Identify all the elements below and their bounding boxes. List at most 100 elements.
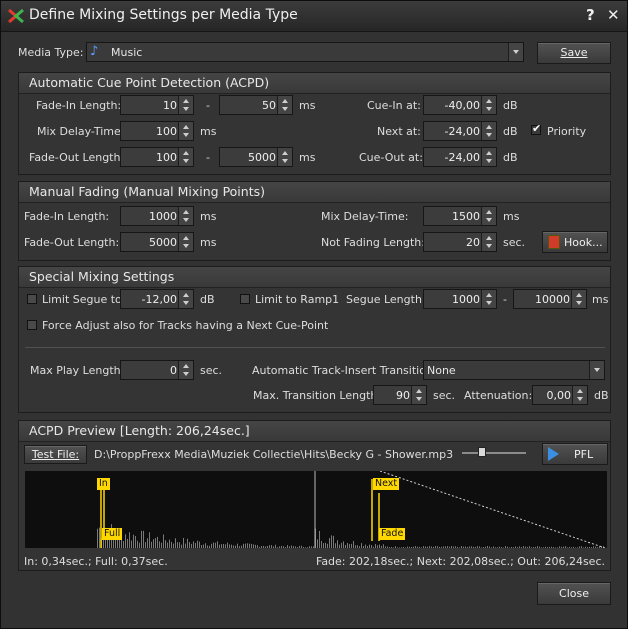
spin-arrows-icon[interactable]: [572, 386, 587, 404]
limit-ramp-checkbox[interactable]: [240, 294, 250, 304]
waveform-bar: [481, 547, 482, 548]
waveform-bar: [337, 540, 338, 548]
save-button[interactable]: Save: [537, 42, 611, 64]
waveform-bar: [521, 547, 522, 548]
waveform-bar: [445, 546, 446, 548]
manual-fadeout-input[interactable]: 5000: [120, 232, 194, 252]
waveform-bar: [525, 546, 526, 548]
spin-arrows-icon[interactable]: [178, 233, 193, 251]
spin-arrows-icon[interactable]: [178, 122, 193, 140]
spin-arrows-icon[interactable]: [178, 361, 193, 379]
waveform-bar: [503, 547, 504, 548]
spin-arrows-icon[interactable]: [277, 96, 292, 114]
hook-button[interactable]: Hook...: [542, 231, 608, 253]
chevron-down-icon[interactable]: [589, 361, 604, 379]
maxtrans-input[interactable]: 90: [373, 385, 427, 405]
limit-segue-checkbox[interactable]: [27, 294, 37, 304]
next-label: Next at:: [377, 125, 421, 138]
waveform-bar: [261, 546, 262, 548]
waveform-bar: [213, 542, 214, 548]
manual-fadein-input[interactable]: 1000: [120, 206, 194, 226]
spin-arrows-icon[interactable]: [481, 207, 496, 225]
unit-db: dB: [503, 151, 518, 164]
waveform-bar: [485, 546, 486, 548]
waveform-bar: [381, 545, 382, 548]
acpd-fadein-min-input[interactable]: 10: [120, 95, 194, 115]
spin-arrows-icon[interactable]: [481, 122, 496, 140]
segue-max-input[interactable]: 10000: [513, 289, 587, 309]
waveform-bar: [397, 547, 398, 548]
waveform-bar: [207, 545, 208, 548]
waveform-bar: [595, 546, 596, 548]
limit-segue-input[interactable]: -12,00: [120, 289, 194, 309]
waveform-bar: [243, 543, 244, 548]
waveform-bar: [403, 547, 404, 548]
waveform-bar: [249, 543, 250, 548]
slider-thumb[interactable]: [478, 447, 486, 457]
spin-arrows-icon[interactable]: [411, 386, 426, 404]
waveform-bar: [467, 546, 468, 548]
acpd-fadeout-min-input[interactable]: 100: [120, 147, 194, 167]
spin-arrows-icon[interactable]: [178, 148, 193, 166]
spin-arrows-icon[interactable]: [571, 290, 586, 308]
waveform-bar: [447, 546, 448, 548]
spin-arrows-icon[interactable]: [178, 290, 193, 308]
attenuation-input[interactable]: 0,00: [532, 385, 588, 405]
transition-select[interactable]: None: [423, 360, 605, 380]
waveform-bar: [173, 543, 174, 548]
spin-arrows-icon[interactable]: [277, 148, 292, 166]
waveform-bar: [233, 545, 234, 548]
waveform-bar: [299, 545, 300, 548]
spin-arrows-icon[interactable]: [481, 233, 496, 251]
waveform-bar: [513, 547, 514, 548]
segue-min-input[interactable]: 1000: [423, 289, 497, 309]
waveform-display[interactable]: In Full Next Fade: [25, 470, 607, 549]
force-adjust-checkbox[interactable]: [27, 320, 37, 330]
spin-arrows-icon[interactable]: [481, 148, 496, 166]
acpd-fadeout-max-input[interactable]: 5000: [219, 147, 293, 167]
spin-arrows-icon[interactable]: [178, 207, 193, 225]
waveform-bar: [273, 546, 274, 548]
acpd-mixdelay-input[interactable]: 100: [120, 121, 194, 141]
spin-arrows-icon[interactable]: [178, 96, 193, 114]
waveform-bar: [215, 542, 216, 548]
unit-db: dB: [200, 293, 215, 306]
pfl-button[interactable]: PFL: [542, 443, 608, 465]
chevron-down-icon[interactable]: [508, 43, 523, 61]
unit-sec: sec.: [433, 389, 456, 402]
priority-checkbox[interactable]: ✔: [531, 122, 541, 135]
media-type-select[interactable]: ♪ Music: [86, 42, 524, 62]
unit-ms: ms: [200, 125, 217, 138]
cuein-input[interactable]: -40,00: [423, 95, 497, 115]
test-file-button[interactable]: Test File:: [24, 445, 87, 464]
waveform-bar: [169, 539, 170, 548]
close-button[interactable]: Close: [537, 582, 611, 605]
help-button[interactable]: ?: [586, 6, 595, 24]
waveform-bar: [321, 541, 322, 548]
waveform-bar: [401, 547, 402, 548]
acpd-mixdelay-label: Mix Delay-Time:: [37, 125, 125, 138]
waveform-bar: [99, 527, 100, 548]
next-input[interactable]: -24,00: [423, 121, 497, 141]
waveform-bar: [313, 546, 314, 548]
pfl-volume-slider[interactable]: [462, 447, 526, 457]
transition-label: Automatic Track-Insert Transition:: [252, 364, 437, 377]
unit-db: dB: [594, 389, 609, 402]
manual-mixdelay-input[interactable]: 1500: [423, 206, 497, 226]
window-close-button[interactable]: ✕: [607, 6, 620, 24]
maxplay-input[interactable]: 0: [120, 360, 194, 380]
cueout-input[interactable]: -24,00: [423, 147, 497, 167]
waveform-bar: [175, 538, 176, 548]
notfading-input[interactable]: 20: [423, 232, 497, 252]
acpd-fadein-max-input[interactable]: 50: [219, 95, 293, 115]
waveform-bar: [235, 545, 236, 548]
waveform-bar: [193, 541, 194, 548]
unit-db: dB: [503, 99, 518, 112]
waveform-bar: [309, 546, 310, 548]
spin-arrows-icon[interactable]: [481, 96, 496, 114]
waveform-bar: [533, 546, 534, 548]
spin-arrows-icon[interactable]: [481, 290, 496, 308]
unit-ms: ms: [299, 99, 316, 112]
waveform-bar: [515, 546, 516, 548]
waveform-bar: [555, 547, 556, 548]
